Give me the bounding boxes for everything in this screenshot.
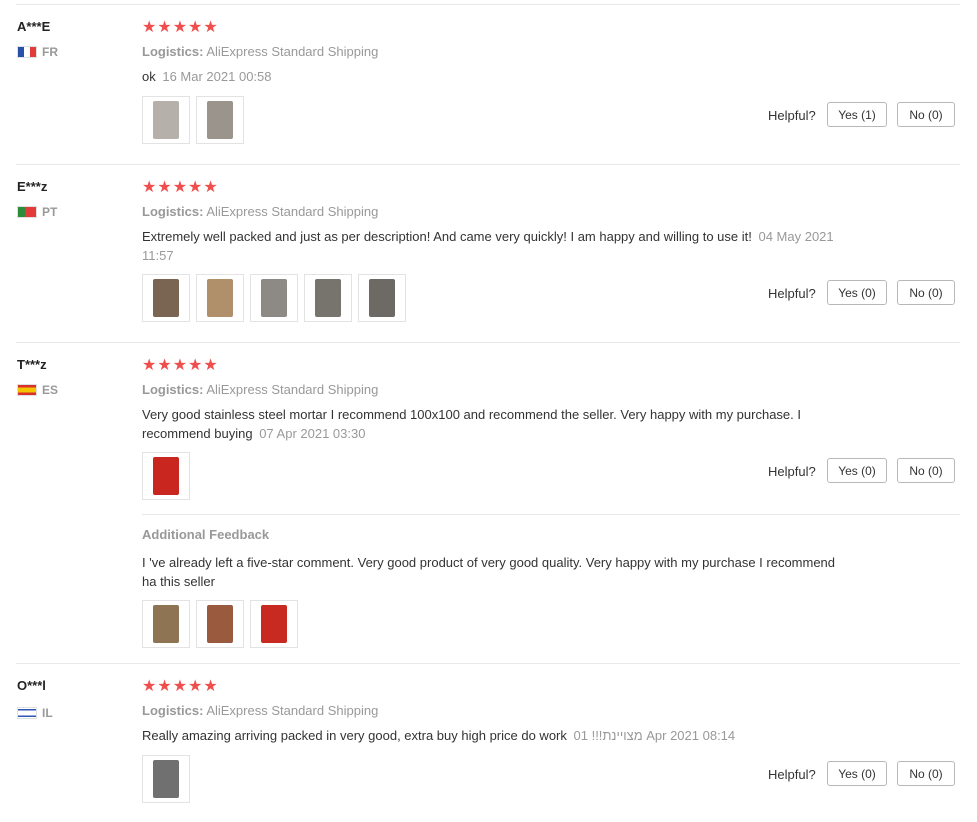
review-photo-thumbnail[interactable] — [142, 96, 190, 144]
additional-feedback-text: I 've already left a five-star comment. … — [142, 555, 836, 589]
review-photo-thumbnail[interactable] — [142, 274, 190, 322]
logistics-label: Logistics: — [142, 703, 204, 718]
review-text: Very good stainless steel mortar I recom… — [142, 407, 802, 441]
review-photo-thumbnail[interactable] — [142, 452, 190, 500]
review-photo-thumbnail[interactable] — [250, 274, 298, 322]
helpful-no-button[interactable]: No (0) — [897, 761, 955, 786]
helpful-no-button[interactable]: No (0) — [897, 458, 955, 483]
photo-image — [207, 101, 233, 139]
review-photos — [142, 452, 190, 500]
review-text: ok — [142, 69, 156, 84]
review-content: Extremely well packed and just as per de… — [142, 227, 842, 265]
logistics-info: Logistics: AliExpress Standard Shipping — [142, 204, 378, 219]
israel-flag-icon — [17, 707, 37, 719]
logistics-label: Logistics: — [142, 382, 204, 397]
logistics-info: Logistics: AliExpress Standard Shipping — [142, 382, 378, 397]
portugal-flag-icon — [17, 206, 37, 218]
reviewer-country: FR — [17, 45, 58, 59]
helpful-yes-button[interactable]: Yes (0) — [827, 761, 887, 786]
helpful-yes-button[interactable]: Yes (0) — [827, 280, 887, 305]
logistics-value: AliExpress Standard Shipping — [206, 44, 379, 59]
review-content: Very good stainless steel mortar I recom… — [142, 405, 842, 443]
review-date: 16 Mar 2021 00:58 — [162, 69, 272, 84]
logistics-info: Logistics: AliExpress Standard Shipping — [142, 44, 378, 59]
photo-image — [261, 279, 287, 317]
helpful-label: Helpful? — [768, 286, 816, 301]
helpful-label: Helpful? — [768, 464, 816, 479]
reviewer-country: IL — [17, 706, 53, 720]
review-photo-thumbnail[interactable] — [142, 755, 190, 803]
reviewer-name: T***z — [17, 357, 47, 372]
country-code: ES — [42, 383, 59, 397]
review-photo-thumbnail[interactable] — [304, 274, 352, 322]
photo-image — [315, 279, 341, 317]
star-rating: ★★★★★ — [142, 678, 219, 695]
review-text: Really amazing arriving packed in very g… — [142, 728, 567, 743]
additional-feedback-label: Additional Feedback — [142, 527, 270, 542]
helpful-yes-button[interactable]: Yes (0) — [827, 458, 887, 483]
country-code: FR — [42, 45, 58, 59]
review-text: Extremely well packed and just as per de… — [142, 229, 752, 244]
review-photos — [142, 755, 190, 803]
review-date: 01 !!!מצויינת Apr 2021 08:14 — [573, 728, 736, 743]
country-code: PT — [42, 205, 58, 219]
review-photo-thumbnail[interactable] — [196, 600, 244, 648]
review-photo-thumbnail[interactable] — [196, 274, 244, 322]
star-rating: ★★★★★ — [142, 357, 219, 374]
review-content: ok 16 Mar 2021 00:58 — [142, 67, 842, 86]
spain-flag-icon — [17, 384, 37, 396]
feedback-list: A***E FR ★★★★★ Logistics: AliExpress Sta… — [0, 0, 977, 822]
review-photos — [142, 96, 244, 144]
logistics-value: AliExpress Standard Shipping — [206, 204, 379, 219]
photo-image — [153, 605, 179, 643]
logistics-value: AliExpress Standard Shipping — [206, 703, 379, 718]
helpful-no-button[interactable]: No (0) — [897, 280, 955, 305]
review-photo-thumbnail[interactable] — [196, 96, 244, 144]
reviewer-country: ES — [17, 383, 58, 397]
review-date: 07 Apr 2021 03:30 — [259, 426, 366, 441]
photo-image — [153, 101, 179, 139]
logistics-label: Logistics: — [142, 204, 204, 219]
photo-image — [153, 760, 179, 798]
logistics-info: Logistics: AliExpress Standard Shipping — [142, 703, 378, 718]
review-content: Really amazing arriving packed in very g… — [142, 726, 842, 745]
divider — [16, 663, 960, 664]
country-code: IL — [42, 706, 53, 720]
divider — [16, 342, 960, 343]
divider — [16, 164, 960, 165]
france-flag-icon — [17, 46, 37, 58]
logistics-value: AliExpress Standard Shipping — [206, 382, 379, 397]
photo-image — [153, 457, 179, 495]
additional-feedback-divider — [142, 514, 960, 515]
photo-image — [207, 279, 233, 317]
helpful-no-button[interactable]: No (0) — [897, 102, 955, 127]
helpful-label: Helpful? — [768, 767, 816, 782]
review-photo-thumbnail[interactable] — [250, 600, 298, 648]
reviewer-name: E***z — [17, 179, 48, 194]
star-rating: ★★★★★ — [142, 19, 219, 36]
logistics-label: Logistics: — [142, 44, 204, 59]
photo-image — [369, 279, 395, 317]
helpful-yes-button[interactable]: Yes (1) — [827, 102, 887, 127]
additional-feedback-photos — [142, 600, 298, 648]
review-photo-thumbnail[interactable] — [142, 600, 190, 648]
divider — [16, 4, 960, 5]
reviewer-name: O***l — [17, 678, 46, 693]
photo-image — [207, 605, 233, 643]
photo-image — [261, 605, 287, 643]
reviewer-name: A***E — [17, 19, 51, 34]
reviewer-country: PT — [17, 205, 57, 219]
review-photo-thumbnail[interactable] — [358, 274, 406, 322]
helpful-label: Helpful? — [768, 108, 816, 123]
review-photos — [142, 274, 406, 322]
photo-image — [153, 279, 179, 317]
star-rating: ★★★★★ — [142, 179, 219, 196]
